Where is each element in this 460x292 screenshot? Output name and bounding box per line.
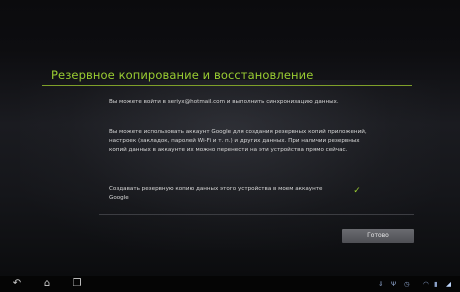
wifi-icon: ◠	[423, 280, 429, 288]
checkmark-icon: ✓	[353, 186, 361, 196]
clock-icon: ◷	[404, 280, 410, 288]
backup-checkbox[interactable]: ✓	[352, 186, 362, 196]
usb-icon: Ψ	[391, 280, 397, 288]
backup-checkbox-label[interactable]: Создавать резервную копию данных этого у…	[109, 185, 329, 203]
download-icon: ⇓	[378, 280, 384, 288]
backup-info-text: Вы можете использовать аккаунт Google дл…	[109, 129, 367, 153]
recent-apps-icon[interactable]: ❐	[70, 277, 84, 291]
home-icon[interactable]: ⌂	[40, 277, 54, 291]
back-arrow-icon[interactable]: ↶	[10, 277, 24, 291]
battery-icon: ▮	[434, 280, 438, 288]
title-divider	[42, 85, 412, 86]
system-navigation-bar: ↶ ⌂ ❐ ⇓ Ψ ◷ ◠ ▮ ◢	[0, 276, 460, 292]
sync-info-text: Вы можете войти в seriyx@hotmail.com и в…	[109, 99, 339, 105]
bottom-divider	[99, 214, 414, 215]
done-button[interactable]: Готово	[342, 229, 414, 243]
dialog-title: Резервное копирование и восстановление	[51, 68, 314, 82]
signal-icon: ◢	[446, 280, 451, 288]
setup-screen: Резервное копирование и восстановление В…	[0, 0, 460, 276]
